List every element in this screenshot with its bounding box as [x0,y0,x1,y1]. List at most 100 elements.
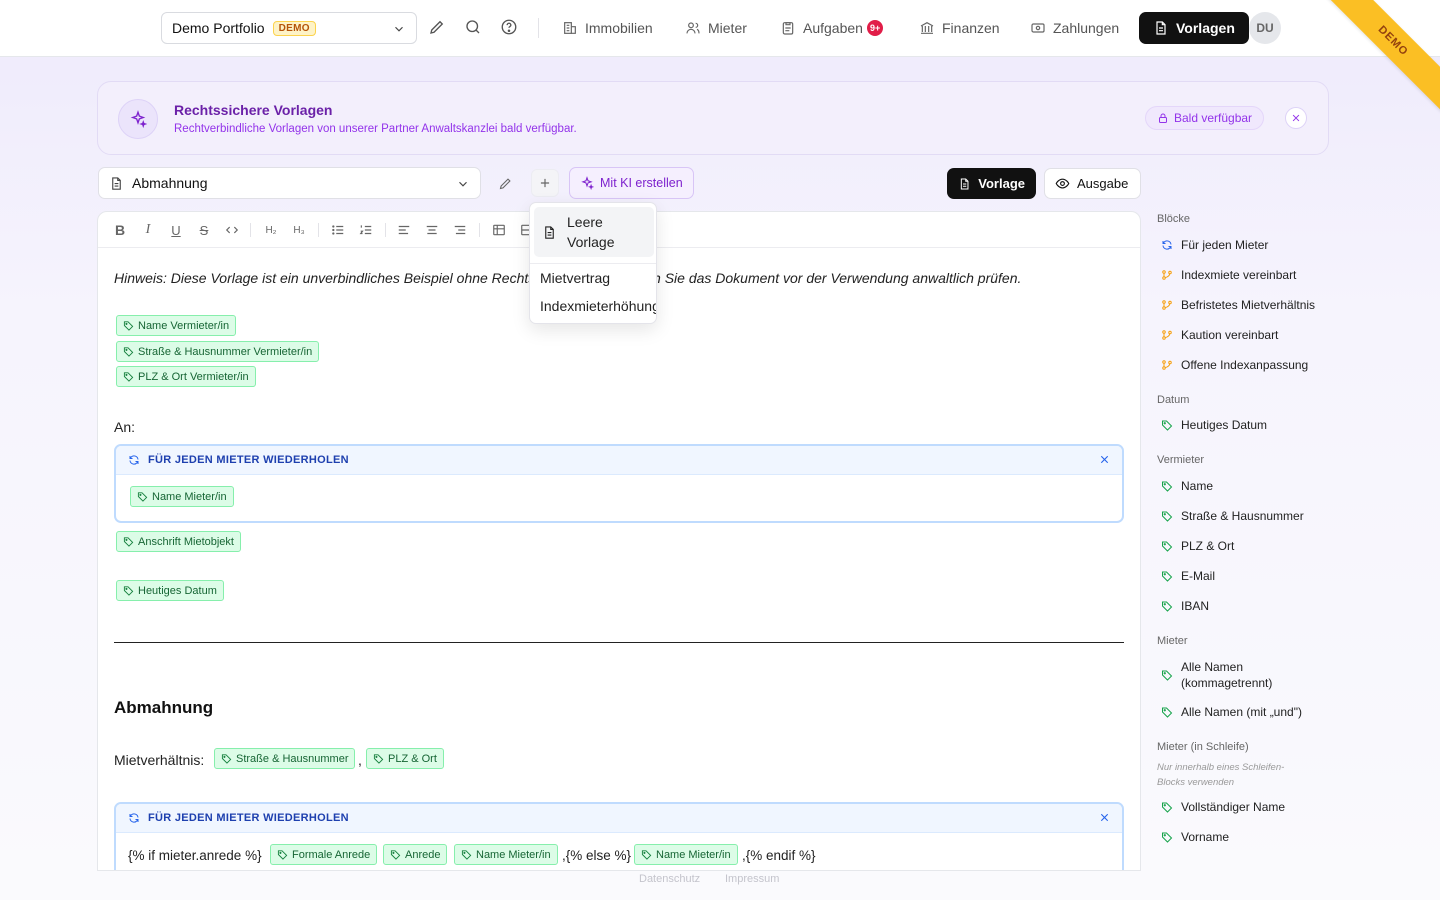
heading2-icon[interactable]: H₂ [262,221,280,239]
nav-vorlagen[interactable]: Vorlagen [1139,12,1249,44]
variable-chip[interactable]: Straße & Hausnummer [214,748,356,769]
document-heading: Abmahnung [114,698,214,717]
banner-close-button[interactable] [1285,107,1307,129]
ordered-list-icon[interactable] [357,221,375,239]
sidebar-item[interactable]: Kaution vereinbart [1161,328,1278,342]
sidebar-item[interactable]: Befristetes Mietverhältnis [1161,298,1315,312]
template-selector[interactable]: Abmahnung [98,167,481,199]
chip-label: Anrede [405,848,441,861]
loop-block[interactable]: FÜR JEDEN MIETER WIEDERHOLEN Name Mieter… [114,444,1124,523]
variable-chip[interactable]: Anrede [383,844,448,865]
sidebar-item[interactable]: PLZ & Ort [1161,539,1234,553]
variable-chip[interactable]: PLZ & Ort Vermieter/in [116,366,256,387]
template-name: Abmahnung [132,175,208,191]
heading3-icon[interactable]: H₃ [290,221,308,239]
branch-icon [1162,360,1172,370]
eye-icon [1055,178,1070,189]
variable-chip[interactable]: Heutiges Datum [116,580,224,601]
add-template-button[interactable] [531,169,559,197]
branch-icon [1162,300,1172,310]
view-template-button[interactable]: Vorlage [947,168,1036,199]
sidebar-item[interactable]: Straße & Hausnummer [1161,509,1304,523]
sidebar-item-label: Heutiges Datum [1181,418,1268,432]
privacy-link[interactable]: Datenschutz [639,873,700,885]
tag-icon [123,586,134,596]
align-left-icon[interactable] [395,221,413,239]
chip-label: Anschrift Mietobjekt [138,535,234,548]
sidebar-item[interactable]: Vollständiger Name [1161,800,1285,814]
tag-icon [1162,601,1173,612]
nav-label: Vorlagen [1176,20,1235,36]
banknote-icon [1031,23,1045,33]
loop-block[interactable]: FÜR JEDEN MIETER WIEDERHOLEN {% if miete… [114,802,1124,870]
sidebar-item[interactable]: Für jeden Mieter [1161,238,1268,252]
recipient-label: An: [114,419,136,435]
branch-icon [1162,330,1172,340]
underline-icon[interactable]: U [167,221,185,239]
sidebar-item[interactable]: Heutiges Datum [1161,418,1267,432]
sidebar-item-label: Alle Namen (kommagetrennt) [1181,660,1273,690]
variable-chip[interactable]: Name Vermieter/in [116,315,237,336]
chip-label: Name Mieter/in [152,490,227,503]
chevron-down-icon [459,181,467,187]
sidebar-item[interactable]: Indexmiete vereinbart [1161,268,1296,282]
nav-finanzen[interactable]: Finanzen [919,12,1000,44]
variable-chip[interactable]: Name Mieter/in [130,486,234,507]
search-icon[interactable] [464,18,482,36]
variable-chip[interactable]: Name Mieter/in [634,844,738,865]
rename-template-button[interactable] [491,169,519,197]
demo-badge: DEMO [272,20,316,36]
tag-icon [1162,420,1173,431]
divider [479,223,480,237]
nav-zahlungen[interactable]: Zahlungen [1030,12,1119,44]
ai-create-button[interactable]: Mit KI erstellen [569,167,694,199]
code-icon[interactable] [223,221,241,239]
sidebar-item[interactable]: Vorname [1161,830,1229,844]
variable-chip[interactable]: PLZ & Ort [366,748,444,769]
chip-label: Name Vermieter/in [138,319,230,332]
chip-label: PLZ & Ort [388,752,437,765]
chip-label: PLZ & Ort Vermieter/in [138,370,249,383]
sidebar-item[interactable]: Alle Namen (kommagetrennt) [1161,659,1331,691]
loop-block-header: FÜR JEDEN MIETER WIEDERHOLEN [116,804,1122,833]
close-icon[interactable] [1099,454,1110,465]
portfolio-selector[interactable]: Demo Portfolio DEMO [161,12,417,44]
strikethrough-icon[interactable]: S [195,221,213,239]
sidebar-item[interactable]: Alle Namen (mit „und") [1161,705,1302,719]
tag-icon [390,850,401,860]
variable-chip[interactable]: Name Mieter/in [454,844,558,865]
avatar[interactable]: DU [1249,12,1281,44]
sidebar-item[interactable]: IBAN [1161,599,1209,613]
variable-chip[interactable]: Straße & Hausnummer Vermieter/in [116,341,320,362]
help-icon[interactable] [500,18,518,36]
chevron-down-icon [395,26,403,32]
table-icon[interactable] [490,221,508,239]
tag-icon [1162,670,1173,681]
align-right-icon[interactable] [451,221,469,239]
sidebar-item-label: IBAN [1181,599,1210,613]
tag-icon [1162,707,1173,718]
bullet-list-icon[interactable] [329,221,347,239]
pencil-icon[interactable] [428,18,446,36]
divider [538,18,539,38]
banner-subtitle: Rechtverbindliche Vorlagen von unserer P… [174,123,577,135]
variable-chip[interactable]: Anschrift Mietobjekt [116,531,241,552]
menu-item-empty-template[interactable]: Leere Vorlage [534,207,654,257]
variable-chip[interactable]: Formale Anrede [270,844,378,865]
menu-item-index-rent-increase[interactable]: Indexmieterhöhung [540,298,656,314]
bold-icon[interactable]: B [111,221,129,239]
sidebar-item[interactable]: E-Mail [1161,569,1215,583]
imprint-link[interactable]: Impressum [725,873,779,885]
view-output-button[interactable]: Ausgabe [1044,168,1141,199]
sidebar-item[interactable]: Name [1161,479,1213,493]
menu-item-rental-contract[interactable]: Mietvertrag [540,270,610,286]
chip-label: Straße & Hausnummer [236,752,349,765]
italic-icon[interactable]: I [139,221,157,239]
sidebar-item[interactable]: Offene Indexanpassung [1161,358,1308,372]
close-icon[interactable] [1099,812,1110,823]
nav-immobilien[interactable]: Immobilien [562,12,653,44]
coming-soon-button[interactable]: Bald verfügbar [1145,106,1265,130]
align-center-icon[interactable] [423,221,441,239]
nav-aufgaben[interactable]: Aufgaben 9+ [780,12,884,44]
nav-mieter[interactable]: Mieter [685,12,747,44]
